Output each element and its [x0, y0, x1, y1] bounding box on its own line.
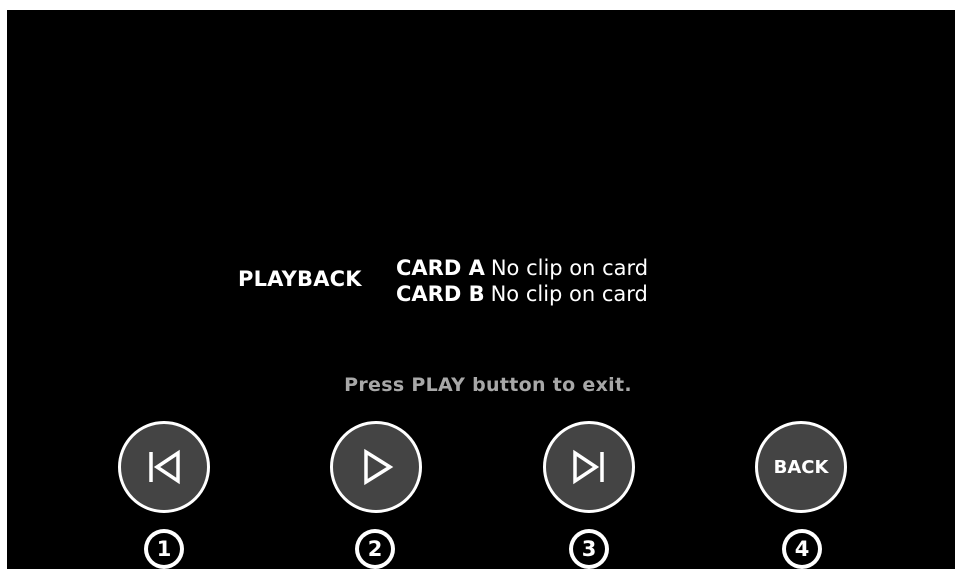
control-number-badge-3: 3: [569, 529, 609, 569]
control-number-3: 3: [573, 533, 605, 565]
control-number-4: 4: [786, 533, 818, 565]
play-button[interactable]: [330, 421, 422, 513]
card-a-label: CARD A: [396, 256, 485, 280]
card-b-status: No clip on card: [490, 282, 648, 306]
playback-title: PLAYBACK: [238, 267, 362, 291]
card-b-status-line: CARD B No clip on card: [396, 282, 648, 306]
skip-previous-icon: [149, 449, 180, 485]
control-number-badge-1: 1: [144, 529, 184, 569]
control-number-2: 2: [359, 533, 391, 565]
card-b-label: CARD B: [396, 282, 485, 306]
back-button[interactable]: BACK: [755, 421, 847, 513]
card-a-status: No clip on card: [490, 256, 649, 280]
control-number-badge-2: 2: [355, 529, 395, 569]
play-icon: [364, 448, 394, 486]
playback-screen: PLAYBACK CARD A No clip on card CARD B No …: [7, 10, 955, 569]
skip-next-icon: [573, 449, 604, 485]
control-number-1: 1: [148, 533, 180, 565]
back-button-label: BACK: [773, 456, 829, 478]
card-a-status-line: CARD A No clip on card: [396, 256, 648, 280]
skip-previous-button[interactable]: [118, 421, 210, 513]
exit-instruction: Press PLAY button to exit.: [344, 374, 632, 396]
control-number-badge-4: 4: [782, 529, 822, 569]
skip-next-button[interactable]: [543, 421, 635, 513]
